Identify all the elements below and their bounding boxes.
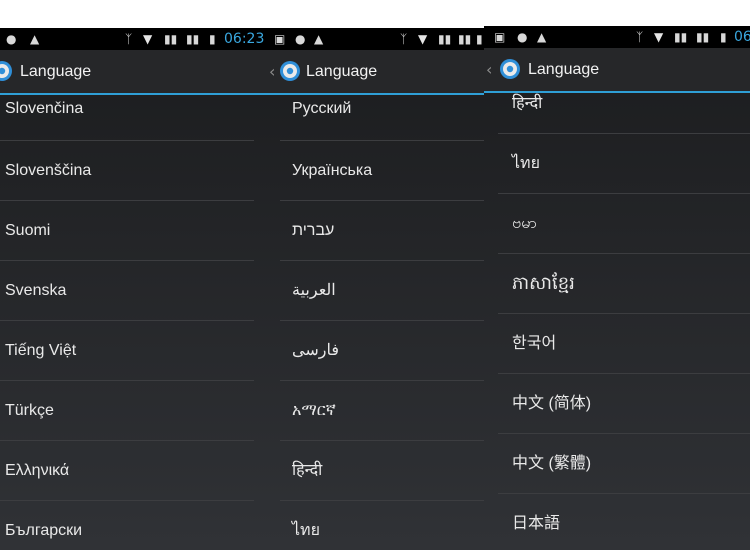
list-item[interactable]: Български bbox=[0, 501, 254, 550]
language-label: Русский bbox=[292, 100, 352, 117]
status-bar: ▣ ● ▲ ᛉ ▼ ▮▮ ▮▮ ▮ 06 bbox=[484, 26, 750, 48]
warning-icon: ▲ bbox=[30, 32, 40, 46]
language-panel-2: ▣ ● ▲ ᛉ ▼ ▮▮ ▮▮ ▮ ‹ Language Русский Укр… bbox=[268, 28, 484, 550]
list-item[interactable]: עברית bbox=[280, 201, 484, 261]
language-label: አማርኛ bbox=[292, 402, 336, 419]
signal-icon: ▮▮ bbox=[186, 32, 200, 46]
alert-icon: ● bbox=[295, 32, 306, 46]
battery-icon: ▮ bbox=[209, 32, 216, 46]
list-item[interactable]: አማርኛ bbox=[280, 381, 484, 441]
image-icon: ▣ bbox=[494, 30, 506, 44]
list-item[interactable]: 한국어 bbox=[498, 314, 750, 374]
language-label: ไทย bbox=[292, 522, 320, 539]
battery-icon: ▮ bbox=[476, 32, 483, 46]
list-item[interactable]: ไทย bbox=[280, 501, 484, 550]
language-label: فارسی bbox=[292, 342, 339, 359]
bluetooth-icon: ᛉ bbox=[636, 30, 644, 44]
settings-gear-icon bbox=[0, 61, 12, 81]
wifi-icon: ▼ bbox=[143, 32, 153, 46]
status-bar: ▣ ● ▲ ᛉ ▼ ▮▮ ▮▮ ▮ bbox=[268, 28, 484, 50]
back-chevron-icon[interactable]: ‹ bbox=[269, 50, 275, 93]
list-item[interactable]: العربية bbox=[280, 261, 484, 321]
language-label: ភាសាខ្មែរ bbox=[512, 273, 575, 293]
list-item[interactable]: हिन्दी bbox=[280, 441, 484, 501]
alert-icon: ● bbox=[6, 32, 17, 46]
language-label: Ελληνικά bbox=[5, 462, 70, 479]
image-icon: ▣ bbox=[274, 32, 286, 46]
list-item[interactable]: Українська bbox=[280, 141, 484, 201]
back-chevron-icon[interactable]: ‹ bbox=[486, 48, 492, 91]
warning-icon: ▲ bbox=[537, 30, 547, 44]
battery-icon: ▮ bbox=[720, 30, 727, 44]
list-item[interactable]: 日本語 bbox=[498, 494, 750, 550]
wifi-icon: ▼ bbox=[654, 30, 664, 44]
language-label: हिन्दी bbox=[292, 462, 323, 479]
list-item[interactable]: Suomi bbox=[0, 201, 254, 261]
action-bar[interactable]: ‹ Language bbox=[268, 50, 484, 95]
language-label: Svenska bbox=[5, 282, 67, 299]
signal-icon: ▮▮ bbox=[458, 32, 472, 46]
language-label: العربية bbox=[292, 282, 336, 299]
settings-gear-icon bbox=[500, 59, 520, 79]
list-item[interactable]: Türkçe bbox=[0, 381, 254, 441]
list-item[interactable]: Ελληνικά bbox=[0, 441, 254, 501]
language-label: 한국어 bbox=[512, 335, 557, 352]
action-bar[interactable]: ‹ Language bbox=[484, 48, 750, 93]
list-item[interactable]: 中文 (繁體) bbox=[498, 434, 750, 494]
language-label: 中文 (简体) bbox=[512, 395, 592, 412]
signal-icon: ▮▮ bbox=[674, 30, 688, 44]
signal-icon: ▮▮ bbox=[438, 32, 452, 46]
action-bar[interactable]: Language bbox=[0, 50, 268, 95]
language-list[interactable]: Slovenčina Slovenščina Suomi Svenska Tiế… bbox=[0, 95, 268, 550]
language-label: עברית bbox=[292, 222, 335, 239]
list-item[interactable]: ဗမာ bbox=[498, 194, 750, 254]
settings-gear-icon bbox=[280, 61, 300, 81]
bluetooth-icon: ᛉ bbox=[400, 32, 408, 46]
language-list[interactable]: हिन्दी ไทย ဗမာ ភាសាខ្មែរ 한국어 中文 (简体) 中文 … bbox=[484, 93, 750, 550]
language-label: Slovenčina bbox=[5, 100, 84, 117]
status-time: 06:23 bbox=[224, 31, 265, 47]
page-title: Language bbox=[528, 61, 600, 78]
status-bar: ● ▲ ᛉ ▼ ▮▮ ▮▮ ▮ 06:23 bbox=[0, 28, 268, 50]
list-item[interactable]: فارسی bbox=[280, 321, 484, 381]
language-panel-1: ● ▲ ᛉ ▼ ▮▮ ▮▮ ▮ 06:23 Language Slovenčin… bbox=[0, 28, 268, 550]
status-time: 06 bbox=[734, 29, 750, 45]
signal-icon: ▮▮ bbox=[696, 30, 710, 44]
list-item[interactable]: Tiếng Việt bbox=[0, 321, 254, 381]
list-item[interactable]: Svenska bbox=[0, 261, 254, 321]
list-item[interactable]: ไทย bbox=[498, 134, 750, 194]
language-panel-3: ▣ ● ▲ ᛉ ▼ ▮▮ ▮▮ ▮ 06 ‹ Language हिन्दी ไ… bbox=[484, 26, 750, 550]
warning-icon: ▲ bbox=[314, 32, 324, 46]
language-label: 日本語 bbox=[512, 515, 561, 532]
language-label: Suomi bbox=[5, 222, 51, 239]
language-label: Български bbox=[5, 522, 83, 539]
signal-icon: ▮▮ bbox=[164, 32, 178, 46]
language-label: Tiếng Việt bbox=[5, 342, 77, 359]
list-item[interactable]: 中文 (简体) bbox=[498, 374, 750, 434]
language-label: Українська bbox=[292, 162, 373, 179]
list-item[interactable]: ភាសាខ្មែរ bbox=[498, 254, 750, 314]
page-title: Language bbox=[20, 63, 92, 80]
list-item[interactable]: Slovenčina bbox=[0, 95, 254, 141]
language-label: 中文 (繁體) bbox=[512, 455, 592, 472]
wifi-icon: ▼ bbox=[418, 32, 428, 46]
list-item[interactable]: हिन्दी bbox=[498, 93, 750, 134]
page-title: Language bbox=[306, 63, 378, 80]
list-item[interactable]: Slovenščina bbox=[0, 141, 254, 201]
language-label: ไทย bbox=[512, 155, 540, 172]
language-label: Türkçe bbox=[5, 402, 54, 419]
alert-icon: ● bbox=[517, 30, 528, 44]
language-label: हिन्दी bbox=[512, 95, 543, 112]
bluetooth-icon: ᛉ bbox=[125, 32, 133, 46]
language-label: ဗမာ bbox=[512, 215, 537, 232]
language-label: Slovenščina bbox=[5, 162, 92, 179]
language-list[interactable]: Русский Українська עברית العربية فارسی አ… bbox=[268, 95, 484, 550]
list-item[interactable]: Русский bbox=[280, 95, 484, 141]
